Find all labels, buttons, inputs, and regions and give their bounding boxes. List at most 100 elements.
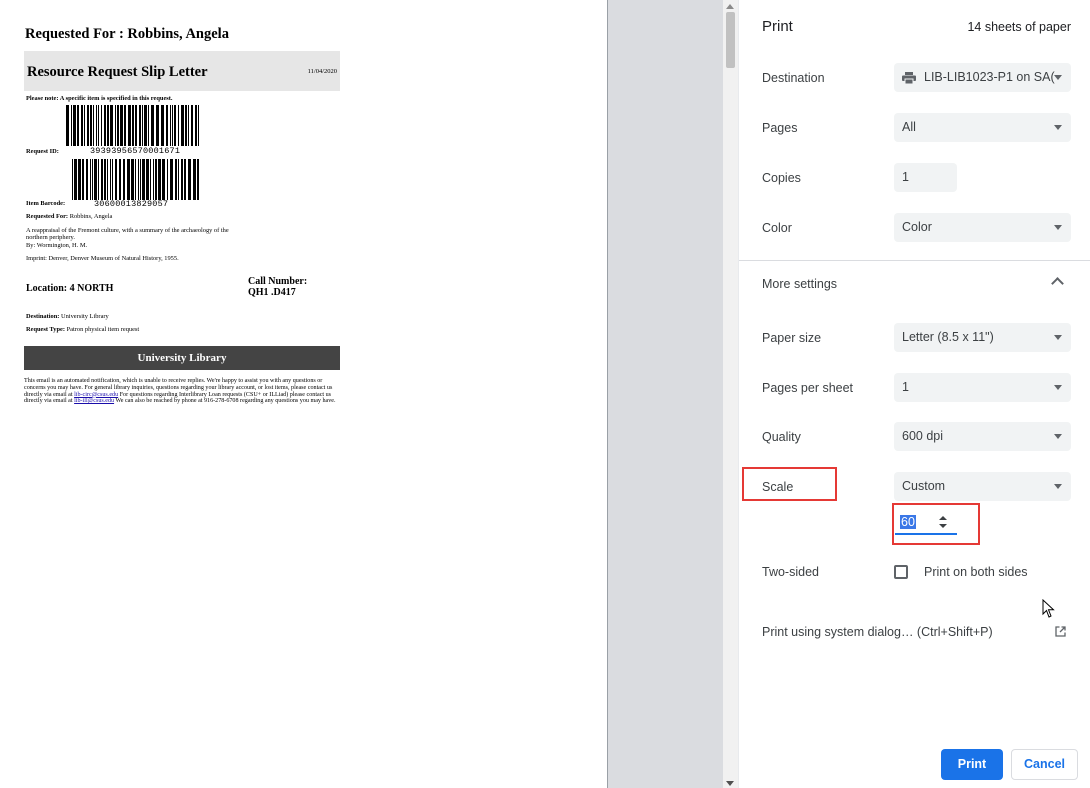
barcode-bar [98, 105, 99, 146]
barcode-bar [90, 159, 91, 200]
barcode-bar [92, 159, 93, 200]
barcode-bar [94, 159, 97, 200]
requested-for-value: Robbins, Angela [69, 213, 113, 220]
footer-notice: This email is an automated notification,… [24, 378, 342, 405]
request-id-label: Request ID: [26, 148, 59, 155]
two-sided-option[interactable]: Print on both sides [924, 565, 1028, 579]
scale-custom-value: 60 [900, 515, 916, 529]
paper-size-select[interactable]: Letter (8.5 x 11") [894, 323, 1071, 352]
two-sided-label: Two-sided [762, 565, 819, 579]
more-settings-toggle[interactable]: More settings [762, 277, 837, 291]
barcode-bar [172, 105, 173, 146]
slip-title: Resource Request Slip Letter [27, 64, 208, 80]
barcode-bar [151, 105, 154, 146]
barcode-bar [138, 159, 139, 200]
request-id-barcode [66, 105, 202, 146]
barcode-bar [123, 159, 125, 200]
barcode-bar [71, 105, 72, 146]
system-dialog-link[interactable]: Print using system dialog… (Ctrl+Shift+P… [762, 625, 993, 639]
request-type-label: Request Type: [26, 326, 65, 333]
footer-text-3: We can also be reached by phone at 916-2… [114, 398, 336, 405]
scale-custom-input[interactable]: 60 [895, 511, 957, 535]
destination-value: University Library [60, 313, 109, 320]
copies-input[interactable]: 1 [894, 163, 957, 192]
item-author: By: Wormington, H. M. [26, 242, 88, 249]
item-location: Location: 4 NORTH [26, 283, 114, 294]
slip-date: 11/04/2020 [307, 68, 337, 75]
paper-size-value: Letter (8.5 x 11") [902, 330, 994, 344]
barcode-bar [198, 105, 199, 146]
barcode-bar [148, 105, 149, 146]
sheet-count: 14 sheets of paper [967, 20, 1071, 34]
scale-label: Scale [762, 480, 794, 494]
item-imprint: Imprint: Denver, Denver Museum of Natura… [26, 255, 179, 262]
spinner-icon[interactable] [939, 516, 947, 530]
barcode-bar [73, 105, 76, 146]
scrollbar-thumb[interactable] [726, 12, 735, 68]
scroll-up-icon[interactable] [726, 4, 734, 9]
barcode-bar [188, 159, 191, 200]
barcode-bar [167, 159, 168, 200]
color-select[interactable]: Color [894, 213, 1071, 242]
barcode-bar [117, 105, 119, 146]
barcode-bar [104, 105, 106, 146]
barcode-bar [135, 159, 136, 200]
divider [739, 260, 1090, 261]
request-type-line: Request Type: Patron physical item reque… [26, 326, 139, 333]
barcode-bar [146, 159, 149, 200]
barcode-bar [193, 159, 196, 200]
requested-for-label: Requested For: [26, 213, 69, 220]
barcode-bar [127, 159, 130, 200]
scroll-down-icon[interactable] [726, 781, 734, 786]
barcode-bar [131, 159, 134, 200]
barcode-bar [104, 159, 106, 200]
destination-label: Destination [762, 71, 825, 85]
barcode-bar [175, 159, 177, 200]
barcode-bar [178, 105, 179, 146]
preview-scrollbar[interactable] [723, 0, 738, 788]
pages-per-sheet-select[interactable]: 1 [894, 373, 1071, 402]
pages-per-sheet-value: 1 [902, 380, 909, 394]
request-type-value: Patron physical item request [66, 326, 140, 333]
requested-for-line: Requested For: Robbins, Angela [26, 213, 112, 220]
open-external-icon[interactable] [1055, 626, 1066, 637]
barcode-bar [84, 105, 85, 146]
destination-select[interactable]: LIB-LIB1023-P1 on SA( [894, 63, 1071, 92]
barcode-bar [178, 159, 179, 200]
barcode-bar [135, 105, 137, 146]
barcode-bar [128, 105, 131, 146]
barcode-bar [161, 105, 164, 146]
chevron-up-icon[interactable] [1051, 277, 1064, 290]
pages-per-sheet-label: Pages per sheet [762, 381, 854, 395]
preview-page: Requested For : Robbins, Angela Resource… [0, 0, 608, 788]
barcode-bar [66, 105, 69, 146]
cancel-button[interactable]: Cancel [1011, 749, 1078, 780]
chevron-down-icon [1054, 335, 1062, 340]
barcode-bar [150, 159, 151, 200]
barcode-bar [87, 105, 89, 146]
item-barcode-number: 30600013829057 [94, 199, 169, 209]
call-number-value: QH1 .D417 [248, 287, 296, 298]
barcode-bar [174, 105, 176, 146]
chevron-down-icon [1054, 225, 1062, 230]
barcode-bar [119, 159, 121, 200]
barcode-bar [82, 159, 84, 200]
pages-select[interactable]: All [894, 113, 1071, 142]
barcode-bar [170, 159, 173, 200]
two-sided-checkbox[interactable] [894, 565, 908, 579]
barcode-bar [107, 159, 108, 200]
barcode-bar [197, 159, 199, 200]
color-value: Color [902, 220, 932, 234]
barcode-bar [96, 105, 97, 146]
barcode-bar [185, 105, 187, 146]
scale-select[interactable]: Custom [894, 472, 1071, 501]
barcode-bar [101, 105, 102, 146]
print-button[interactable]: Print [941, 749, 1003, 780]
print-preview-area: Requested For : Robbins, Angela Resource… [0, 0, 738, 788]
pages-value: All [902, 120, 916, 134]
barcode-bar [74, 159, 77, 200]
scale-value: Custom [902, 479, 946, 493]
barcode-bar [191, 105, 193, 146]
barcode-bar [188, 105, 189, 146]
quality-select[interactable]: 600 dpi [894, 422, 1071, 451]
